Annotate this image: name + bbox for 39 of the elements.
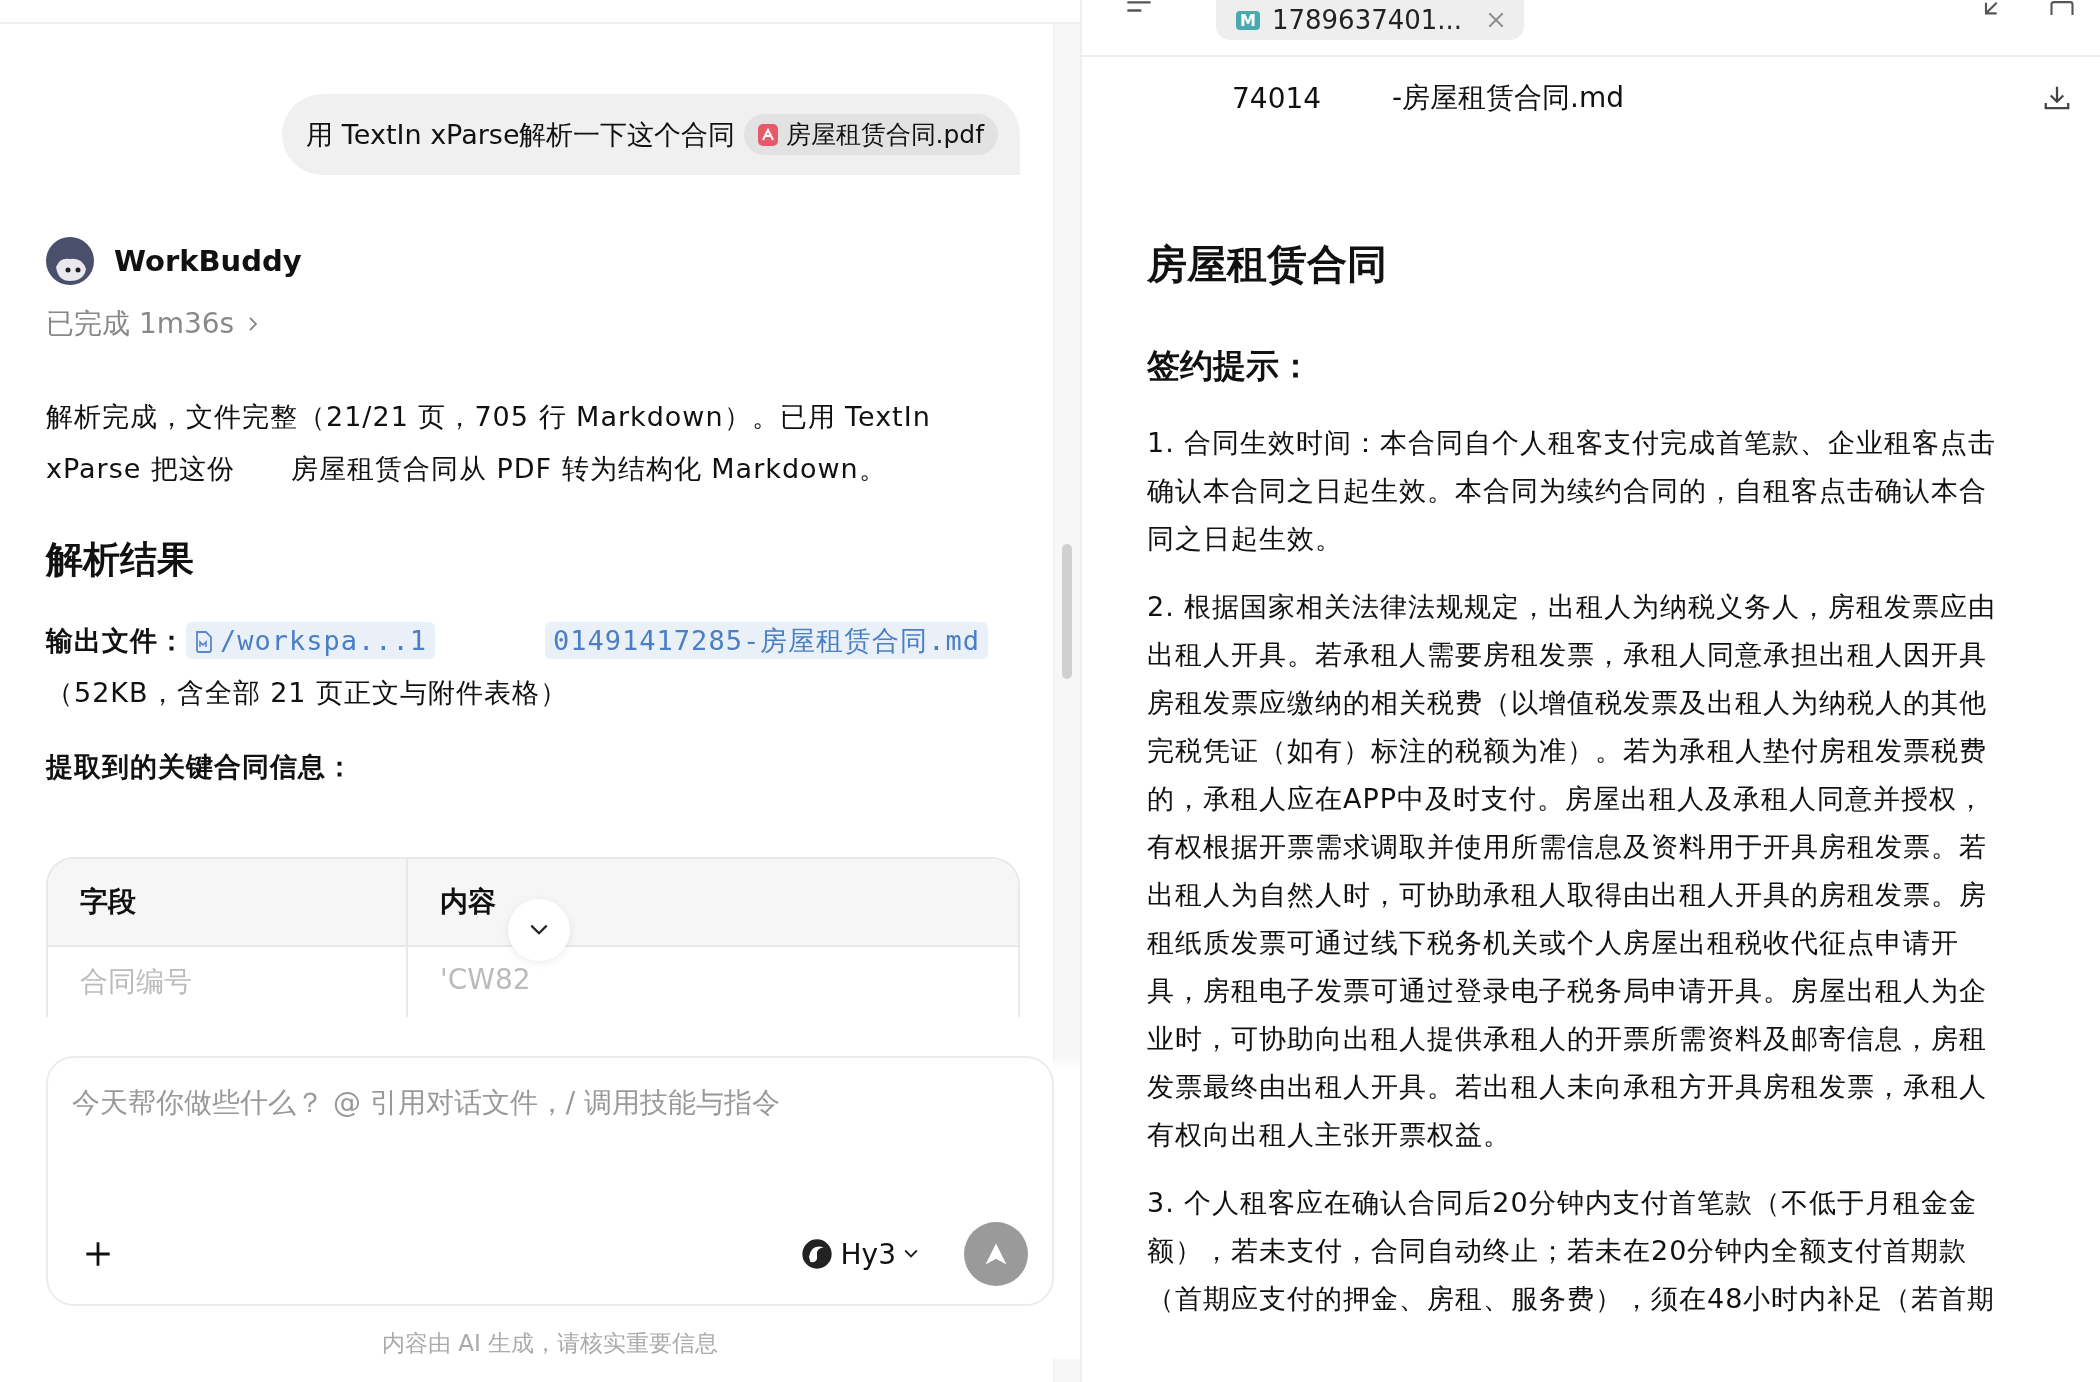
markdown-badge: M	[1236, 10, 1260, 30]
disclaimer-text: 内容由 AI 生成，请核实重要信息	[380, 1329, 720, 1358]
chevron-down-icon	[904, 1249, 918, 1259]
chat-input[interactable]: 今天帮你做些什么？ @ 引用对话文件，/ 调用技能与指令 Hy3	[46, 1056, 1054, 1306]
output-label: 输出文件：	[46, 625, 186, 656]
file-size-note: （52KB，含全部 21 页正文与附件表格）	[46, 677, 569, 708]
document-paragraph: 1. 合同生效时间：本合同自个人租客支付完成首笔款、企业租客点击确认本合同之日起生效。本合同为续约合同的，自租客点击确认本合同之日起生效。	[1147, 426, 1998, 556]
attachment-chip[interactable]: 房屋租赁合同.pdf	[743, 114, 998, 155]
section-heading: 解析结果	[46, 537, 195, 583]
model-icon	[800, 1238, 833, 1270]
file-icon	[194, 631, 214, 653]
file-tab[interactable]: M 1789637401...	[1216, 0, 1525, 40]
document-paragraph: 2. 根据国家相关法律法规规定，出租人为纳税义务人，房租发票应由出租人开具。若承租人需要房租发票，承租人同意承担出租人因开具房租发票应缴纳的相关税费（以增值税发票及出租人为纳税人的其他完税凭证（如有）标注的税额为准）。若为承租人垫付房租发票税费的，承租人应在APP中及时支付。房屋出租人及承租人同意并授权，有权根据开票需求调取并使用所需信息及资料用于开具房租发票。若出租人为自然人时，可协助承租人取得由出租人开具的房租发票。房租纸质发票可通过线下税务机关或个人房屋出租税收代征点申请开具，房租电子发票可通过登录电子税务局申请开具。房屋出租人为企业时，可协助向出租人提供承租人的开票所需资料及邮寄信息，房租发票最终由出租人开具。若出租人未向承租方开具房租发票，承租人有权向出租人主张开票权益。	[1147, 590, 1998, 1152]
add-icon[interactable]	[84, 1240, 112, 1268]
file-name: -房屋租赁合同.md	[1392, 80, 1625, 116]
avatar-icon	[46, 237, 94, 285]
message-text: 用 TextIn xParse解析一下这个合同	[306, 117, 736, 152]
document-paragraph: 3. 个人租客应在确认合同后20分钟内支付首笔款（不低于月租金金额），若未支付，合同自动终止；若未在20分钟内全额支付首期款（首期应支付的押金、房租、服务费），须在48小时内补足（若首期	[1147, 1186, 1997, 1316]
close-icon[interactable]	[1488, 12, 1505, 28]
pdf-file-icon	[755, 122, 780, 147]
scrollbar-thumb[interactable]	[1062, 544, 1072, 679]
assistant-name: WorkBuddy	[114, 244, 302, 278]
chevron-right-icon	[248, 316, 259, 332]
column-header: 内容	[440, 885, 496, 918]
file-link[interactable]: 01491417285-房屋租赁合同.md	[545, 622, 988, 659]
message-paragraph: 解析完成，文件完整（21/21 页，705 行 Markdown）。已用 TextIn xParse 把这份 房屋租赁合同从 PDF 转为结构化 Markdown。	[46, 400, 932, 486]
status-toggle[interactable]: 已完成 1m36s	[46, 305, 259, 343]
document-subheading: 签约提示：	[1147, 345, 1313, 387]
file-link[interactable]: /workspa...1	[186, 622, 436, 659]
column-header: 字段	[80, 885, 136, 918]
table-cell-text: 'CW82	[439, 962, 532, 998]
menu-icon[interactable]	[1124, 0, 1154, 14]
table-cell: 合同编号	[48, 947, 408, 1017]
file-name: 74014	[1232, 81, 1323, 115]
document-title: 房屋租赁合同	[1147, 240, 1388, 289]
window-icon[interactable]	[2048, 0, 2076, 16]
chevron-down-icon	[528, 923, 550, 937]
section-label: 提取到的关键合同信息：	[46, 750, 355, 784]
model-selector[interactable]: Hy3	[800, 1237, 918, 1271]
